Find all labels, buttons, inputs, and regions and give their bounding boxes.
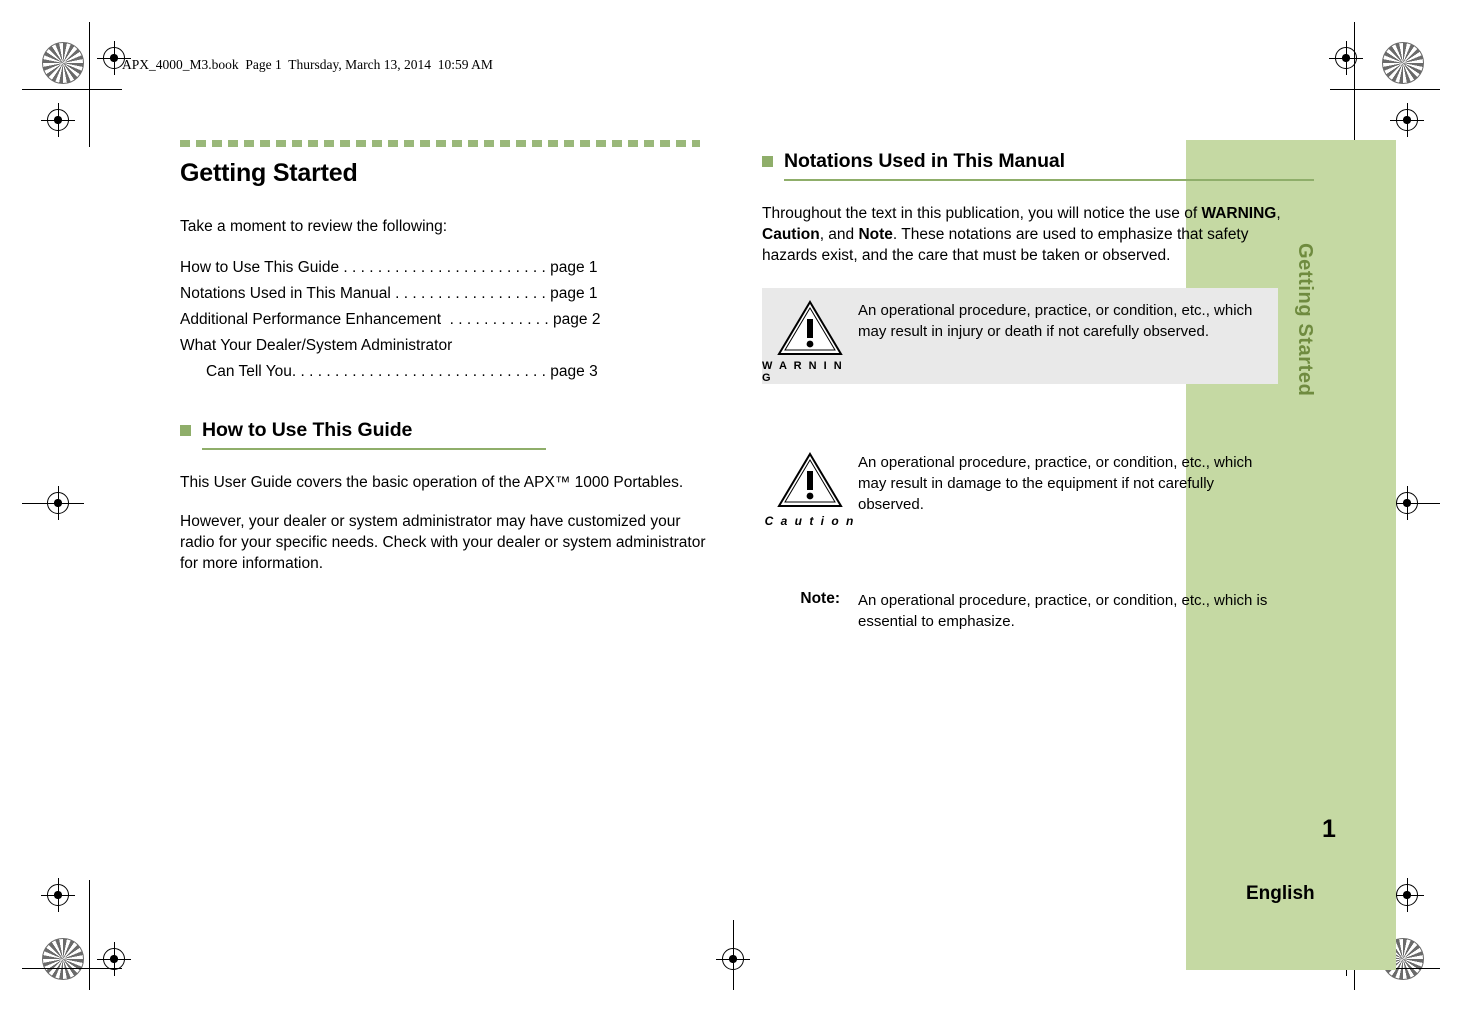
toc-entry[interactable]: Notations Used in This Manual . . . . . … — [180, 281, 710, 307]
section-heading-how-to-use: How to Use This Guide — [180, 419, 710, 442]
caution-triangle-icon — [777, 452, 843, 507]
caution-keyword: Caution — [762, 226, 820, 243]
toc-entry[interactable]: Additional Performance Enhancement . . .… — [180, 307, 710, 333]
warning-icon-column: W A R N I N G — [762, 288, 858, 384]
crop-mark-top-horizontal-left — [22, 89, 122, 90]
registration-target-right-lower — [1390, 878, 1424, 912]
toc-entry[interactable]: Can Tell You. . . . . . . . . . . . . . … — [180, 359, 710, 385]
crop-mark-top-horizontal-right — [1330, 89, 1440, 90]
warning-callout-box: W A R N I N G An operational procedure, … — [762, 288, 1278, 384]
notations-intro-paragraph: Throughout the text in this publication,… — [762, 203, 1290, 266]
note-text: An operational procedure, practice, or c… — [858, 592, 1268, 630]
toc-entry[interactable]: How to Use This Guide . . . . . . . . . … — [180, 255, 710, 281]
page-title: Getting Started — [180, 159, 358, 187]
section-title: Notations Used in This Manual — [784, 150, 1065, 172]
body-paragraph: However, your dealer or system administr… — [180, 513, 706, 572]
intro-text-part-1: Throughout the text in this publication,… — [762, 205, 1202, 222]
note-keyword: Note — [858, 226, 893, 243]
warning-keyword: WARNING — [1201, 205, 1277, 222]
page-number: 1 — [1322, 815, 1336, 843]
crop-mark-bottom-horizontal-left — [22, 968, 122, 969]
toc-entry[interactable]: What Your Dealer/System Administrator — [180, 333, 710, 359]
registration-star-top-right — [1382, 42, 1424, 84]
intro-text-part-3: , and — [819, 226, 859, 243]
warning-text: An operational procedure, practice, or c… — [858, 302, 1253, 340]
crop-mark-right-vertical — [1354, 22, 1355, 147]
table-of-contents: How to Use This Guide . . . . . . . . . … — [180, 255, 710, 385]
caution-label: C a u t i o n — [764, 514, 856, 528]
section-rule — [202, 448, 546, 450]
left-column: Getting Started Take a moment to review … — [180, 140, 710, 592]
note-label: Note: — [800, 590, 840, 607]
section-rule — [784, 179, 1314, 181]
intro-text-part-2: , — [1276, 205, 1281, 222]
crop-mark-center-vertical-bottom — [733, 920, 734, 990]
caution-callout-box: C a u t i o n An operational procedure, … — [762, 446, 1278, 528]
warning-triangle-icon — [777, 300, 843, 355]
warning-label: W A R N I N G — [762, 360, 844, 384]
registration-target-right-upper — [1390, 103, 1424, 137]
right-column: Notations Used in This Manual Throughout… — [762, 140, 1314, 632]
crop-mark-left-vertical-bottom — [89, 880, 90, 990]
body-paragraph: This User Guide covers the basic operati… — [180, 474, 684, 491]
registration-star-top-left — [42, 42, 84, 84]
section-bullet-square-icon — [762, 156, 773, 167]
section-heading-notations: Notations Used in This Manual — [762, 150, 1292, 173]
registration-target-bottom-left — [97, 942, 131, 976]
caution-text: An operational procedure, practice, or c… — [858, 454, 1253, 513]
crop-mark-left-vertical — [89, 22, 90, 147]
book-file-header: APX_4000_M3.book Page 1 Thursday, March … — [122, 57, 493, 72]
registration-target-left-upper — [41, 103, 75, 137]
side-tab-chapter-title: Getting Started — [1294, 243, 1316, 397]
section-bullet-square-icon — [180, 425, 191, 436]
section-title: How to Use This Guide — [202, 419, 413, 441]
registration-target-left-lower — [41, 878, 75, 912]
caution-icon-column: C a u t i o n — [762, 446, 858, 528]
crop-mark-left-edge-horizontal — [22, 503, 84, 504]
chapter-title-dotted-rule — [180, 140, 700, 147]
language-label: English — [1246, 883, 1315, 904]
intro-paragraph: Take a moment to review the following: — [180, 218, 448, 235]
registration-star-bottom-left — [42, 938, 84, 980]
note-callout-box: Note: An operational procedure, practice… — [762, 590, 1278, 632]
